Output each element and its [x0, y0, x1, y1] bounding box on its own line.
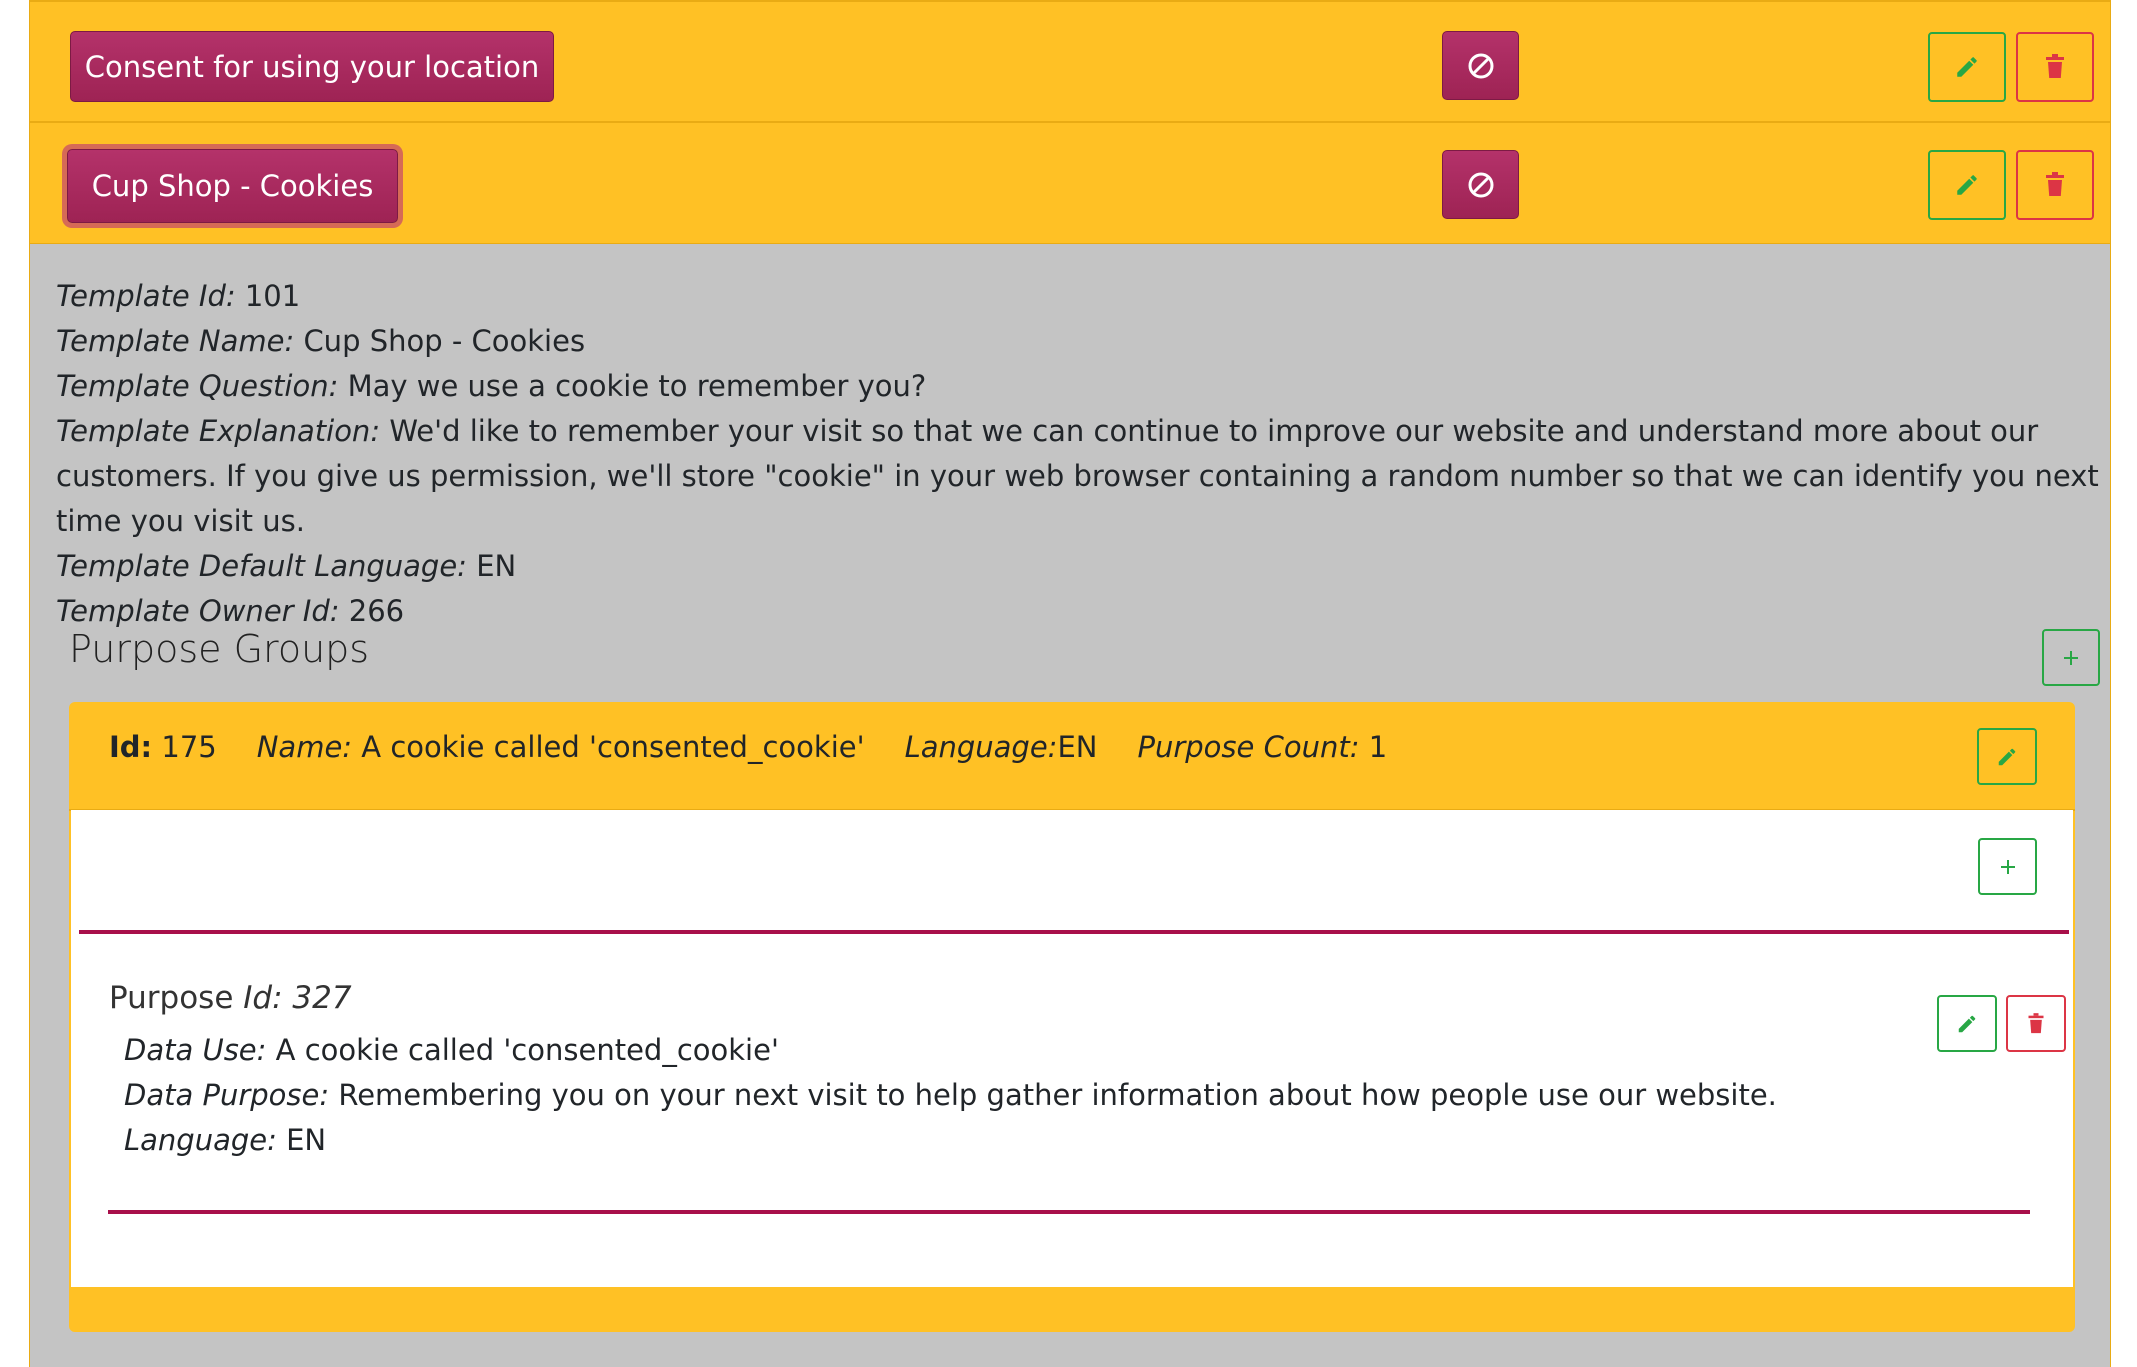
edit-purpose-button[interactable]: [1937, 995, 1997, 1052]
label: Template Question:: [56, 369, 339, 403]
purpose-groups-title: Purpose Groups: [69, 627, 370, 671]
value: A cookie called 'consented_cookie': [275, 1033, 779, 1067]
data-use-line: Data Use: A cookie called 'consented_coo…: [124, 1028, 1777, 1073]
pencil-icon: [1958, 1015, 1976, 1032]
purpose-group-header: Id: 175 Name: A cookie called 'consented…: [69, 702, 2075, 811]
purpose-group-body: Purpose Id: 327 Data Use: A cookie calle…: [71, 810, 2073, 1287]
template-explanation-line: Template Explanation: We'd like to remem…: [56, 409, 2116, 544]
value: 266: [348, 594, 405, 628]
language-line: Language: EN: [124, 1118, 1777, 1163]
template-toggle-button-cookies[interactable]: Cup Shop - Cookies: [67, 149, 398, 223]
group-id: Id: 175: [109, 730, 217, 764]
label: Template Default Language:: [56, 549, 467, 583]
disable-template-button[interactable]: [1442, 150, 1519, 219]
label: Template Explanation:: [56, 414, 381, 448]
template-id-line: Template Id: 101: [56, 274, 2116, 319]
template-toggle-button-location[interactable]: Consent for using your location: [70, 31, 554, 102]
label: Template Name:: [56, 324, 295, 358]
label: Language:: [124, 1123, 277, 1157]
purpose-id-value: 327: [292, 980, 352, 1016]
divider: [108, 1210, 2030, 1214]
disable-template-button[interactable]: [1442, 31, 1519, 100]
template-row-location: Consent for using your location: [29, 0, 2111, 122]
add-purpose-button[interactable]: [1978, 838, 2037, 895]
value: EN: [476, 549, 517, 583]
label: Language:: [904, 730, 1058, 764]
pencil-icon: [1957, 175, 1977, 195]
template-language-line: Template Default Language: EN: [56, 544, 2116, 589]
value: EN: [286, 1123, 327, 1157]
trash-icon: [2046, 172, 2064, 196]
delete-template-button[interactable]: [2016, 32, 2094, 102]
value: Cup Shop - Cookies: [303, 324, 586, 358]
plus-icon: [2000, 859, 2015, 874]
group-name: Name: A cookie called 'consented_cookie': [257, 730, 865, 764]
template-name-line: Template Name: Cup Shop - Cookies: [56, 319, 2116, 364]
data-purpose-line: Data Purpose: Remembering you on your ne…: [124, 1073, 1777, 1118]
group-purpose-count: Purpose Count: 1: [1137, 730, 1387, 764]
value: 101: [244, 279, 301, 313]
trash-icon: [2046, 54, 2064, 78]
edit-template-button[interactable]: [1928, 150, 2006, 220]
delete-template-button[interactable]: [2016, 150, 2094, 220]
add-purpose-group-button[interactable]: [2042, 629, 2100, 686]
label: Id:: [109, 730, 153, 764]
purpose-group-card: Id: 175 Name: A cookie called 'consented…: [69, 702, 2075, 1332]
delete-purpose-button[interactable]: [2006, 995, 2066, 1052]
template-name: Cup Shop - Cookies: [91, 169, 374, 203]
label: Purpose Count:: [1137, 730, 1360, 764]
plus-icon: [2064, 650, 2078, 665]
value: A cookie called 'consented_cookie': [361, 730, 865, 764]
ban-icon: [1468, 53, 1493, 78]
group-language: Language:EN: [905, 730, 1098, 764]
edit-purpose-group-button[interactable]: [1977, 728, 2037, 785]
pencil-icon: [1957, 57, 1977, 77]
label: Name:: [256, 730, 353, 764]
value: 175: [161, 730, 217, 764]
label: Template Id:: [56, 279, 236, 313]
template-info: Template Id: 101 Template Name: Cup Shop…: [56, 274, 2116, 634]
template-question-line: Template Question: May we use a cookie t…: [56, 364, 2116, 409]
label: Data Purpose:: [124, 1078, 330, 1112]
pencil-icon: [1998, 748, 2016, 765]
template-name: Consent for using your location: [84, 49, 540, 84]
label: Template Owner Id:: [56, 594, 340, 628]
value: 1: [1368, 730, 1388, 764]
value: Remembering you on your next visit to he…: [338, 1078, 1777, 1112]
trash-icon: [2028, 1012, 2044, 1033]
purpose-info: Data Use: A cookie called 'consented_coo…: [124, 1028, 1777, 1163]
label: Purpose: [109, 980, 234, 1016]
template-list: Consent for using your location Cup Shop…: [29, 0, 2111, 1367]
template-details-panel: Template Id: 101 Template Name: Cup Shop…: [29, 244, 2111, 1367]
purpose-title: Purpose Id: 327: [109, 980, 352, 1016]
edit-template-button[interactable]: [1928, 32, 2006, 102]
template-row-cookies: Cup Shop - Cookies: [29, 122, 2111, 244]
purpose-id-label: Id:: [243, 980, 283, 1016]
label: Data Use:: [124, 1033, 267, 1067]
divider: [79, 930, 2069, 934]
ban-icon: [1468, 172, 1493, 197]
value: May we use a cookie to remember you?: [347, 369, 927, 403]
value: EN: [1057, 730, 1098, 764]
